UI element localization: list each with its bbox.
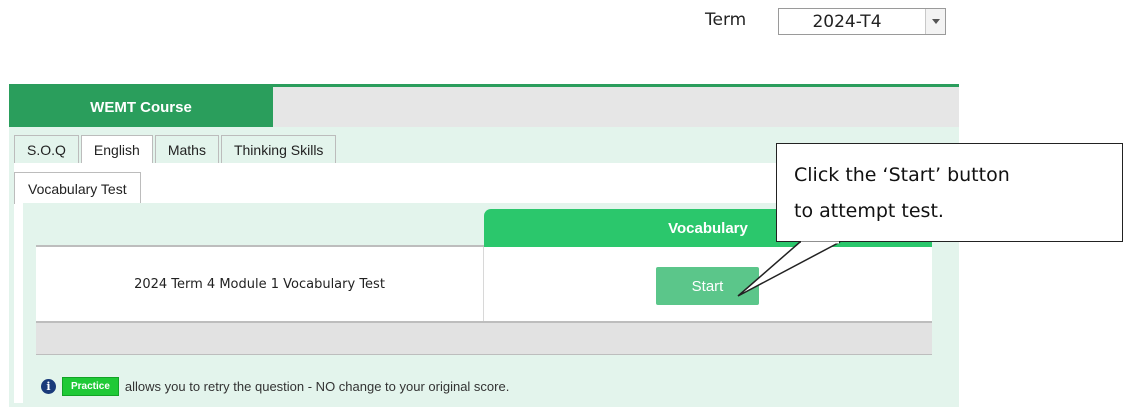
callout-line-1: Click the ‘Start’ button <box>794 164 1010 186</box>
callout-line-2: to attempt test. <box>794 200 944 222</box>
instruction-callout: Click the ‘Start’ button to attempt test… <box>776 143 1123 242</box>
